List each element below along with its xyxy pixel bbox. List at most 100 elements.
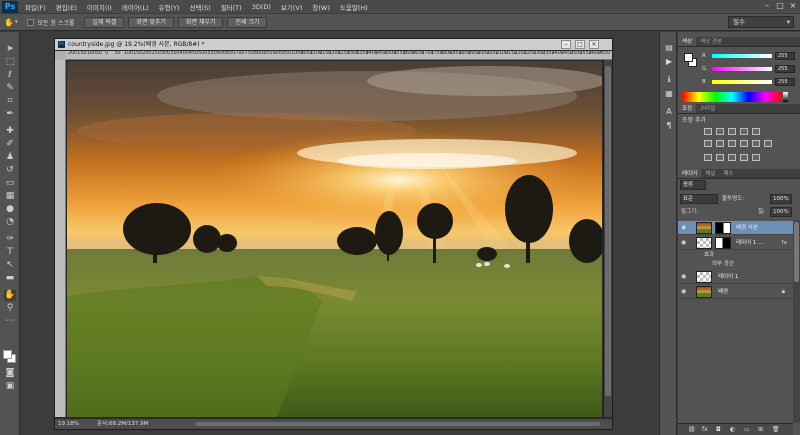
actions-panel-icon[interactable]: ▶ — [663, 56, 675, 67]
channel-mixer-icon[interactable] — [752, 140, 760, 147]
black-white-icon[interactable] — [728, 140, 736, 147]
actual-pixels-button[interactable]: 실제 픽셀 — [84, 16, 125, 28]
character-panel-icon[interactable]: A — [663, 106, 675, 117]
tab-layers[interactable]: 레이어 — [678, 169, 702, 178]
layer-row-layer1[interactable]: ◉ 레이어 1 — [678, 270, 793, 284]
menu-image[interactable]: 이미지(I) — [82, 2, 117, 12]
menu-edit[interactable]: 편집(E) — [51, 2, 82, 12]
properties-panel-icon[interactable]: ▦ — [663, 88, 675, 99]
horizontal-ruler[interactable]: 200 150 100 50 0 50 100 150 200 250 300 350 400 450 50… — [66, 51, 612, 60]
effects-label[interactable]: 효과 — [704, 251, 714, 260]
tab-adjustments[interactable]: 조정 — [678, 104, 697, 113]
tab-channels[interactable]: 채널 — [701, 169, 719, 178]
zoom-level[interactable]: 19.18% — [58, 419, 79, 429]
levels-icon[interactable] — [716, 128, 724, 135]
layer-name[interactable]: 배경 사본 — [736, 221, 758, 235]
gradient-tool-icon[interactable]: ▦ — [4, 191, 16, 202]
history-brush-tool-icon[interactable]: ↺ — [4, 165, 16, 176]
pen-tool-icon[interactable]: ✑ — [4, 234, 16, 245]
layer-mask-thumbnail[interactable] — [715, 237, 731, 249]
curves-icon[interactable] — [728, 128, 736, 135]
lasso-tool-icon[interactable]: ℓ — [4, 70, 16, 81]
vertical-scroll-thumb[interactable] — [605, 66, 611, 396]
fit-screen-button[interactable]: 화면 맞추기 — [128, 16, 174, 28]
maximize-icon[interactable]: □ — [775, 1, 785, 11]
menu-filter[interactable]: 필터(T) — [216, 2, 247, 12]
link-layers-icon[interactable]: ⛓ — [688, 426, 696, 433]
eyedropper-tool-icon[interactable]: ✒ — [4, 109, 16, 120]
layer-row-layer1-copy[interactable]: ◉ 레이어 1 ... fx — [678, 236, 793, 250]
visibility-eye-icon[interactable]: ◉ — [681, 273, 686, 280]
menu-3d[interactable]: 3D(D) — [247, 3, 276, 11]
layer-row-background[interactable]: ◉ 배경 🔒︎ — [678, 285, 793, 299]
layer-mask-thumbnail[interactable] — [715, 222, 731, 234]
quick-mask-icon[interactable]: ◙ — [4, 368, 16, 379]
layer-name[interactable]: 배경 — [718, 285, 728, 299]
more-tools-icon[interactable]: ⋯ — [4, 316, 16, 327]
minimize-icon[interactable]: – — [762, 1, 772, 11]
print-size-button[interactable]: 인쇄 크기 — [227, 16, 268, 28]
fill-input[interactable]: 100% — [770, 207, 792, 217]
scroll-all-windows-checkbox[interactable] — [27, 18, 35, 26]
dodge-tool-icon[interactable]: ◔ — [4, 217, 16, 228]
menu-select[interactable]: 선택(S) — [185, 2, 216, 12]
blur-tool-icon[interactable]: ● — [4, 204, 16, 215]
brush-tool-icon[interactable]: ✐ — [4, 139, 16, 150]
layer-row-background-copy[interactable]: ◉ 배경 사본 — [678, 221, 793, 235]
path-select-tool-icon[interactable]: ↖ — [4, 260, 16, 271]
color-r-value[interactable]: 255 — [775, 52, 795, 60]
exposure-icon[interactable] — [740, 128, 748, 135]
color-foreground-swatch[interactable] — [684, 53, 693, 62]
layer-filter-kind[interactable]: 종류 — [680, 180, 706, 190]
tab-swatches[interactable]: 색상 견본 — [696, 37, 726, 46]
color-spectrum[interactable] — [682, 92, 788, 102]
menu-file[interactable]: 파일(F) — [20, 2, 51, 12]
crop-tool-icon[interactable]: ⌗ — [4, 96, 16, 107]
adjustment-layer-icon[interactable]: ◐ — [730, 426, 735, 433]
foreground-color-swatch[interactable] — [3, 350, 12, 359]
menu-layer[interactable]: 레이어(L) — [117, 2, 154, 12]
canvas-area[interactable] — [66, 60, 603, 417]
gradient-map-icon[interactable] — [740, 154, 748, 161]
fill-screen-button[interactable]: 화면 채우기 — [177, 16, 224, 28]
color-g-slider[interactable] — [712, 67, 772, 71]
color-b-slider[interactable] — [712, 80, 772, 84]
outer-glow-label[interactable]: 외부 광선 — [712, 260, 734, 269]
history-panel-icon[interactable]: ▤ — [663, 42, 675, 53]
layer-fx-badge[interactable]: fx — [782, 236, 787, 250]
menu-window[interactable]: 창(W) — [307, 2, 334, 12]
document-tab[interactable]: Ps countryside.jpg @ 19.2%(배경 사본, RGB/8#… — [55, 39, 612, 50]
workspace-select[interactable]: 필수 ▾ — [728, 16, 794, 28]
preset-dropdown-icon[interactable]: ▾ — [15, 19, 18, 25]
layer-name[interactable]: 레이어 1 — [718, 270, 738, 284]
doc-close-icon[interactable]: × — [589, 40, 599, 49]
bw-ramp[interactable] — [783, 92, 788, 102]
vibrance-icon[interactable] — [752, 128, 760, 135]
menu-help[interactable]: 도움말(H) — [335, 2, 373, 12]
paragraph-panel-icon[interactable]: ¶ — [663, 120, 675, 131]
new-group-icon[interactable]: ▭ — [744, 426, 750, 433]
ruler-corner[interactable] — [55, 51, 66, 60]
healing-brush-tool-icon[interactable]: ✚ — [4, 126, 16, 137]
clone-stamp-tool-icon[interactable]: ♟ — [4, 152, 16, 163]
type-tool-icon[interactable]: T — [4, 247, 16, 258]
color-b-value[interactable]: 255 — [775, 78, 795, 86]
layers-scrollbar[interactable] — [793, 220, 800, 423]
hue-saturation-icon[interactable] — [704, 140, 712, 147]
color-r-slider[interactable] — [712, 54, 772, 58]
doc-minimize-icon[interactable]: – — [561, 40, 571, 49]
marquee-tool-icon[interactable]: ⬚ — [4, 57, 16, 68]
quick-select-tool-icon[interactable]: ✎ — [4, 83, 16, 94]
eraser-tool-icon[interactable]: ▭ — [4, 178, 16, 189]
color-balance-icon[interactable] — [716, 140, 724, 147]
tab-color[interactable]: 색상 — [678, 37, 697, 46]
menu-type[interactable]: 유형(Y) — [154, 2, 185, 12]
vertical-ruler[interactable] — [55, 60, 66, 417]
layers-scroll-thumb[interactable] — [794, 222, 799, 282]
tab-styles[interactable]: 스타일 — [696, 104, 719, 113]
photo-filter-icon[interactable] — [740, 140, 748, 147]
opacity-input[interactable]: 100% — [770, 194, 792, 204]
new-layer-icon[interactable]: ⊞ — [758, 426, 763, 433]
color-lookup-icon[interactable] — [764, 140, 772, 147]
blend-mode-select[interactable]: 표준 — [680, 194, 718, 204]
